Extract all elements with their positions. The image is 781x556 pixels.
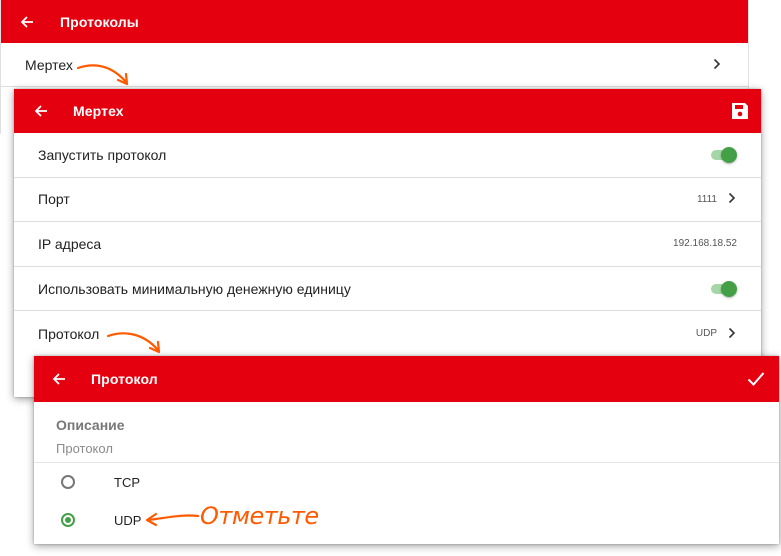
protocols-title: Протоколы <box>60 13 139 30</box>
row-label: Использовать минимальную денежную единиц… <box>38 280 351 297</box>
save-icon[interactable] <box>731 102 749 120</box>
back-arrow-icon[interactable] <box>52 372 66 386</box>
description-section: Описание Протокол <box>34 402 779 463</box>
description-title: Описание <box>56 417 125 433</box>
chevron-right-icon <box>727 326 737 342</box>
settings-row-port[interactable]: Порт 1111 <box>14 178 761 223</box>
min-currency-toggle[interactable] <box>711 280 737 297</box>
mertech-title: Мертех <box>73 103 124 119</box>
protocol-value: UDP <box>695 328 717 340</box>
udp-radio[interactable] <box>61 513 75 527</box>
option-label: TCP <box>114 474 140 490</box>
protocols-app-bar: Протоколы <box>1 0 748 43</box>
check-icon[interactable] <box>747 371 765 387</box>
chevron-right-icon <box>727 191 737 207</box>
annotation-arrow-1 <box>76 64 129 86</box>
option-label: UDP <box>114 512 142 528</box>
tcp-radio[interactable] <box>61 475 75 489</box>
annotation-arrow-2 <box>106 332 161 354</box>
settings-row-start-protocol[interactable]: Запустить протокол <box>14 133 761 178</box>
back-arrow-icon[interactable] <box>34 104 48 118</box>
settings-row-ip[interactable]: IP адреса 192.168.18.52 <box>14 222 761 267</box>
chevron-right-icon <box>712 57 722 73</box>
description-subtitle: Протокол <box>56 441 113 456</box>
row-label: Запустить протокол <box>38 146 167 163</box>
annotation-text: Отметьте <box>200 502 319 530</box>
row-label: IP адреса <box>38 235 102 252</box>
mertech-app-bar: Мертех <box>14 89 761 133</box>
annotation-arrow-3 <box>145 512 200 527</box>
row-label: Порт <box>38 191 70 208</box>
option-tcp[interactable]: TCP <box>34 463 779 501</box>
port-value: 1111 <box>696 193 717 205</box>
start-protocol-toggle[interactable] <box>711 146 737 163</box>
ip-value: 192.168.18.52 <box>673 238 737 250</box>
protocol-app-bar: Протокол <box>34 356 779 402</box>
settings-row-min-currency[interactable]: Использовать минимальную денежную единиц… <box>14 267 761 312</box>
back-arrow-icon[interactable] <box>20 15 34 29</box>
protocol-title: Протокол <box>91 371 158 387</box>
